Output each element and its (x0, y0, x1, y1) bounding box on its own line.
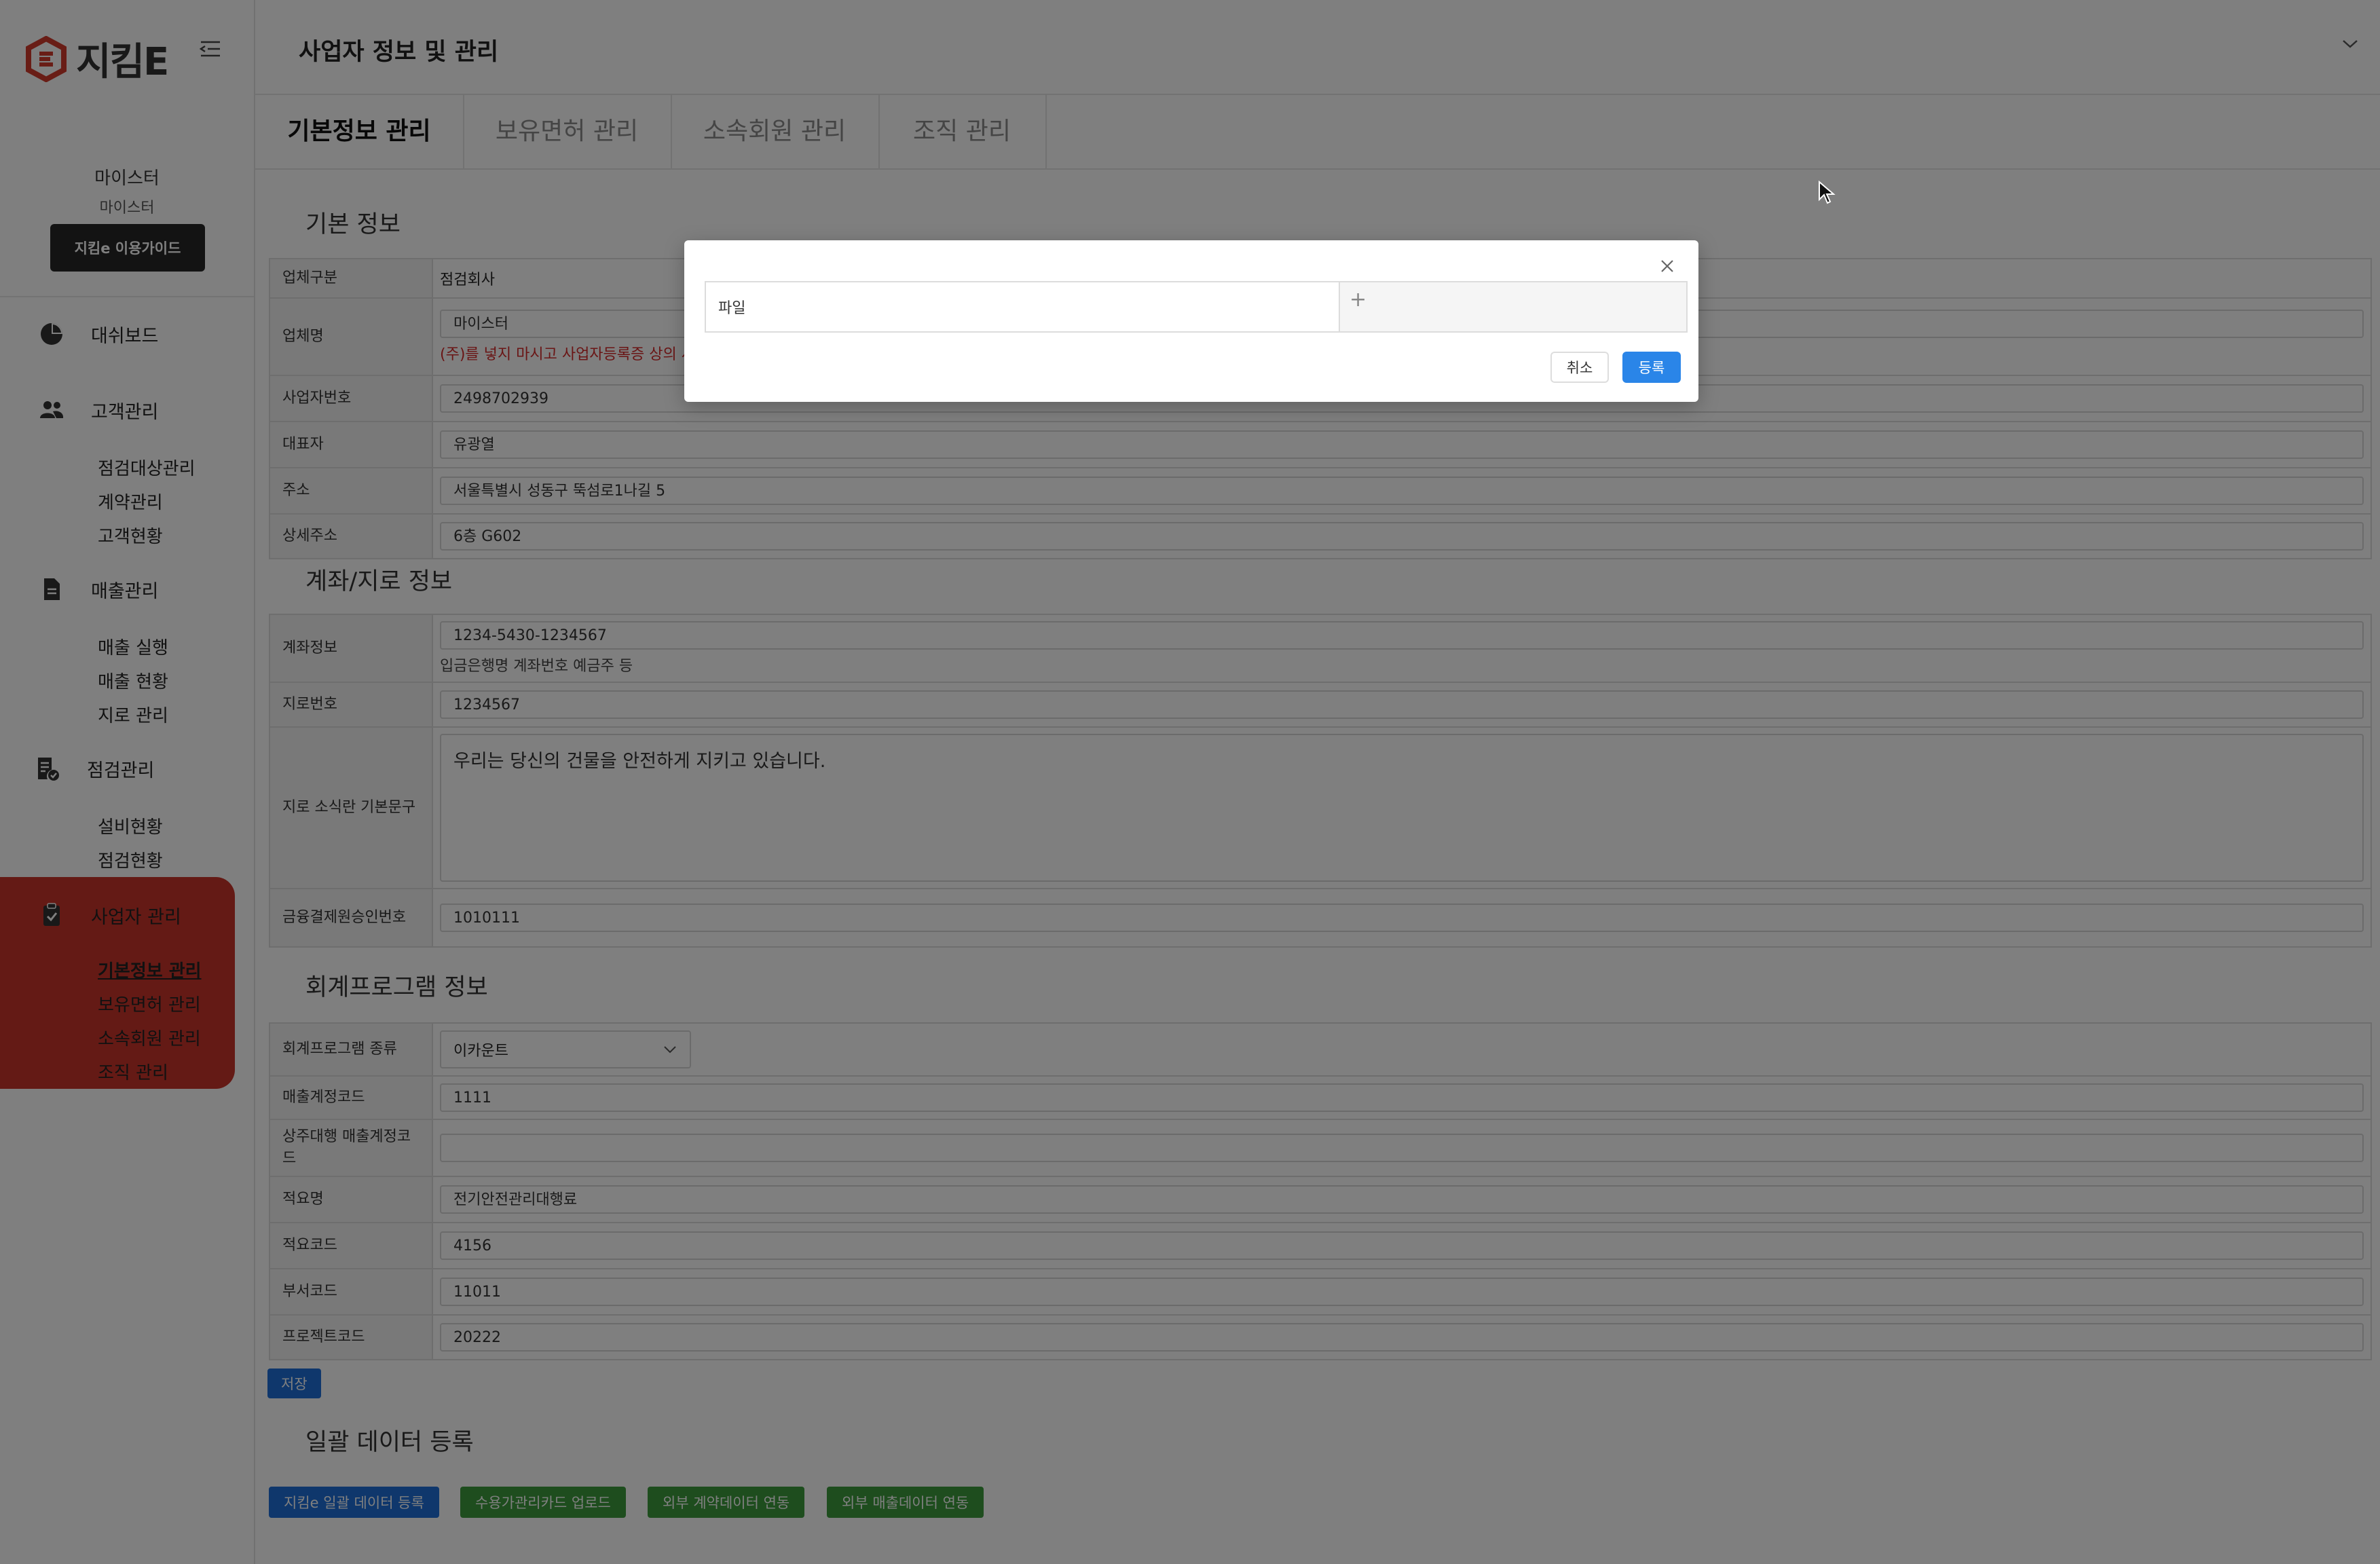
cancel-button[interactable]: 취소 (1550, 352, 1609, 383)
file-label: 파일 (706, 282, 1340, 331)
file-upload-modal: 파일 + 취소 등록 (684, 240, 1698, 402)
close-icon[interactable] (1656, 255, 1678, 277)
mouse-cursor-icon (1819, 181, 1836, 204)
file-row: 파일 + (705, 281, 1688, 333)
submit-button[interactable]: 등록 (1622, 352, 1681, 383)
file-add-area[interactable]: + (1340, 282, 1686, 331)
modal-backdrop[interactable] (0, 0, 2380, 1564)
plus-icon: + (1350, 288, 1367, 312)
